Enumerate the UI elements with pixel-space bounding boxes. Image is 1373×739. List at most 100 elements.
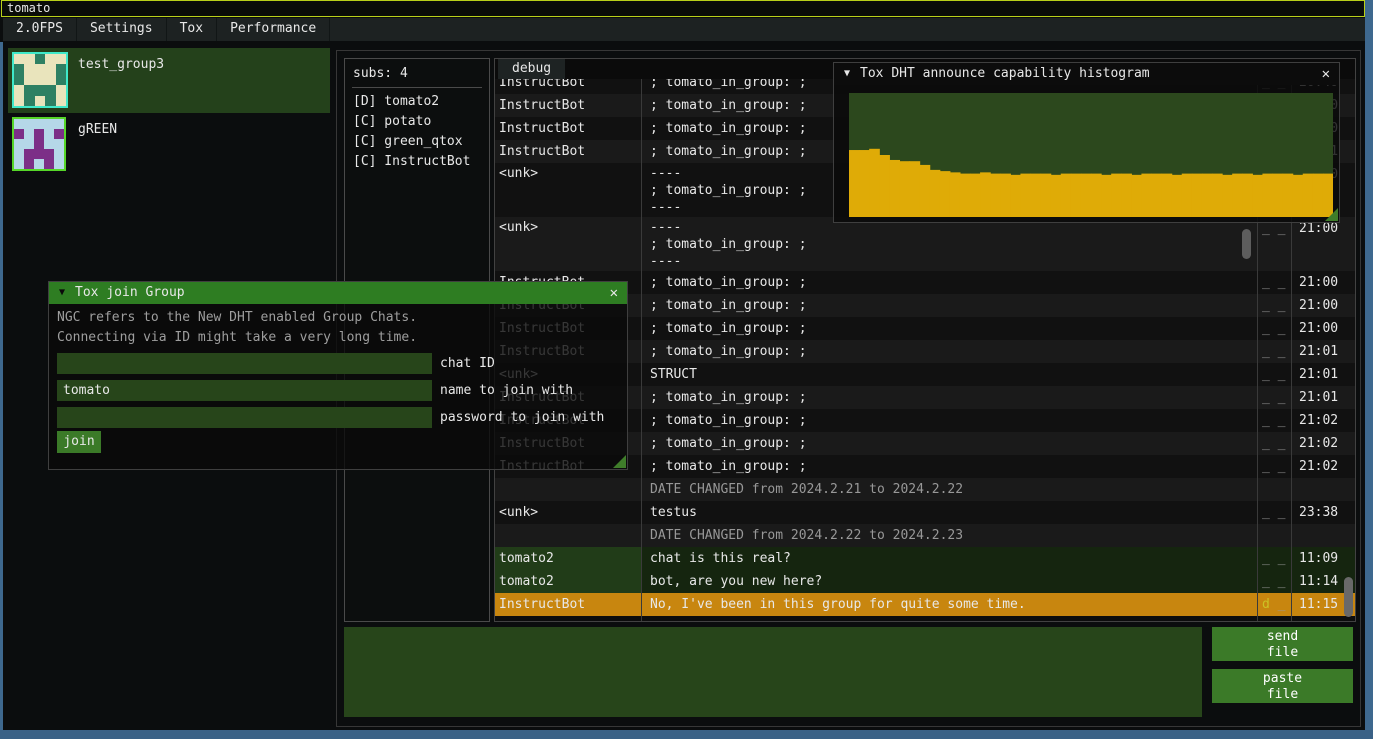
chat-row[interactable]: InstructBotNo, I've been in this group f… xyxy=(495,593,1355,616)
resize-grip[interactable] xyxy=(613,455,626,468)
avatar-pixel xyxy=(45,75,55,85)
avatar-pixel xyxy=(24,85,34,95)
histogram-window-title-bar[interactable]: ▼ Tox DHT announce capability histogram … xyxy=(834,63,1339,85)
subs-list-item[interactable]: [C] potato xyxy=(345,112,489,132)
join-description-line1: NGC refers to the New DHT enabled Group … xyxy=(57,310,417,325)
histogram-plot xyxy=(849,93,1333,217)
subs-list-item[interactable]: [C] green_qtox xyxy=(345,132,489,152)
close-icon[interactable]: ✕ xyxy=(1322,63,1330,85)
message-cell: ; tomato_in_group: ; xyxy=(642,432,1258,455)
flags-cell: _ _ xyxy=(1258,432,1293,455)
os-title-bar[interactable]: tomato xyxy=(1,0,1365,17)
send-file-button[interactable]: send file xyxy=(1212,627,1353,661)
histogram-bar xyxy=(1273,174,1284,217)
message-cell: STRUCT xyxy=(642,363,1258,386)
flags-cell: _ _ xyxy=(1258,217,1293,271)
join-name-field[interactable]: tomato xyxy=(57,380,432,401)
avatar-pixel xyxy=(45,64,55,74)
histogram-bar xyxy=(930,170,941,217)
message-cell: ---- ; tomato_in_group: ; ---- xyxy=(642,217,1258,271)
histogram-bar xyxy=(1081,174,1092,217)
histogram-bar xyxy=(1293,175,1304,217)
timestamp-cell: 21:00 xyxy=(1293,294,1355,317)
message-scrollbar[interactable] xyxy=(1242,229,1251,259)
histogram-bar xyxy=(1051,175,1062,217)
subs-list-item[interactable]: [C] InstructBot xyxy=(345,152,489,172)
histogram-bar xyxy=(1303,174,1314,217)
flags-cell xyxy=(1258,478,1293,501)
avatar-pixel xyxy=(35,96,45,106)
resize-grip[interactable] xyxy=(1325,208,1338,221)
avatar-pixel xyxy=(44,129,54,139)
join-button[interactable]: join xyxy=(57,431,101,453)
collapse-arrow-icon[interactable]: ▼ xyxy=(844,63,850,85)
join-description-line2: Connecting via ID might take a very long… xyxy=(57,330,417,345)
histogram-bar xyxy=(1071,174,1082,217)
histogram-window-title: Tox DHT announce capability histogram xyxy=(860,63,1150,85)
flags-cell: _ _ xyxy=(1258,317,1293,340)
histogram-window: ▼ Tox DHT announce capability histogram … xyxy=(833,62,1340,223)
message-cell: bot, are you new here? xyxy=(642,570,1258,593)
close-icon[interactable]: ✕ xyxy=(610,282,618,304)
avatar-pixel xyxy=(56,85,66,95)
avatar-pixel xyxy=(56,64,66,74)
flags-cell: _ _ xyxy=(1258,409,1293,432)
message-input[interactable] xyxy=(344,627,1202,717)
menu-item-settings[interactable]: Settings xyxy=(77,18,167,41)
timestamp-cell: 21:01 xyxy=(1293,340,1355,363)
chat-row[interactable]: DATE CHANGED from 2024.2.22 to 2024.2.23 xyxy=(495,524,1355,547)
avatar-pixel xyxy=(34,159,44,169)
subs-list-item[interactable]: [D] tomato2 xyxy=(345,92,489,112)
histogram-bar xyxy=(1222,175,1233,217)
join-password-field[interactable] xyxy=(57,407,432,428)
avatar-pixel xyxy=(45,96,55,106)
histogram-bar xyxy=(859,150,870,217)
flags-cell: _ _ xyxy=(1258,386,1293,409)
timestamp-cell: 21:00 xyxy=(1293,271,1355,294)
avatar-pixel xyxy=(24,159,34,169)
flag-1: _ xyxy=(1262,551,1270,566)
message-cell: ; tomato_in_group: ; xyxy=(642,294,1258,317)
collapse-arrow-icon[interactable]: ▼ xyxy=(59,282,65,304)
flag-2: _ xyxy=(1270,221,1286,236)
histogram-bar xyxy=(1162,174,1173,217)
flags-cell: _ _ xyxy=(1258,547,1293,570)
avatar-pixel xyxy=(24,129,34,139)
chat-row[interactable]: tomato2bot, are you new here?_ _11:14 xyxy=(495,570,1355,593)
subs-list: [D] tomato2[C] potato[C] green_qtox[C] I… xyxy=(345,92,489,172)
join-window-title-bar[interactable]: ▼ Tox join Group ✕ xyxy=(49,282,627,304)
chat-row[interactable]: <unk>testus_ _23:38 xyxy=(495,501,1355,524)
flag-1: _ xyxy=(1262,459,1270,474)
chat-id-field[interactable] xyxy=(57,353,432,374)
chat-row[interactable]: <unk>---- ; tomato_in_group: ; ----_ _21… xyxy=(495,217,1355,271)
histogram-bar xyxy=(1061,174,1072,217)
flag-2: _ xyxy=(1270,551,1286,566)
flag-2: _ xyxy=(1270,574,1286,589)
sender-name-cell: InstructBot xyxy=(495,140,642,163)
avatar-pixel xyxy=(54,149,64,159)
join-name-label: name to join with xyxy=(440,380,573,401)
avatar-pixel xyxy=(24,54,34,64)
paste-file-button[interactable]: paste file xyxy=(1212,669,1353,703)
group-list-item-gREEN[interactable]: gREEN xyxy=(8,117,330,173)
histogram-bar xyxy=(1313,174,1324,217)
sender-name-cell: <unk> xyxy=(495,501,642,524)
group-list-item-test_group3[interactable]: test_group3 xyxy=(8,48,330,113)
flag-2: _ xyxy=(1270,597,1286,612)
menu-item-tox[interactable]: Tox xyxy=(167,18,217,41)
histogram-bar xyxy=(1283,174,1294,217)
histogram-bar xyxy=(1152,174,1163,217)
tab-debug[interactable]: debug xyxy=(498,59,565,79)
chat-scrollbar[interactable] xyxy=(1344,577,1353,617)
avatar-pixel xyxy=(14,96,24,106)
flag-2: _ xyxy=(1270,275,1286,290)
menu-item-performance[interactable]: Performance xyxy=(217,18,330,41)
chat-row[interactable]: DATE CHANGED from 2024.2.21 to 2024.2.22 xyxy=(495,478,1355,501)
avatar-pixel xyxy=(45,85,55,95)
message-cell: ; tomato_in_group: ; xyxy=(642,409,1258,432)
flag-2: _ xyxy=(1270,321,1286,336)
avatar-pixel xyxy=(56,96,66,106)
subs-separator xyxy=(352,87,482,88)
histogram-bar xyxy=(940,171,951,217)
chat-row[interactable]: tomato2chat is this real?_ _11:09 xyxy=(495,547,1355,570)
